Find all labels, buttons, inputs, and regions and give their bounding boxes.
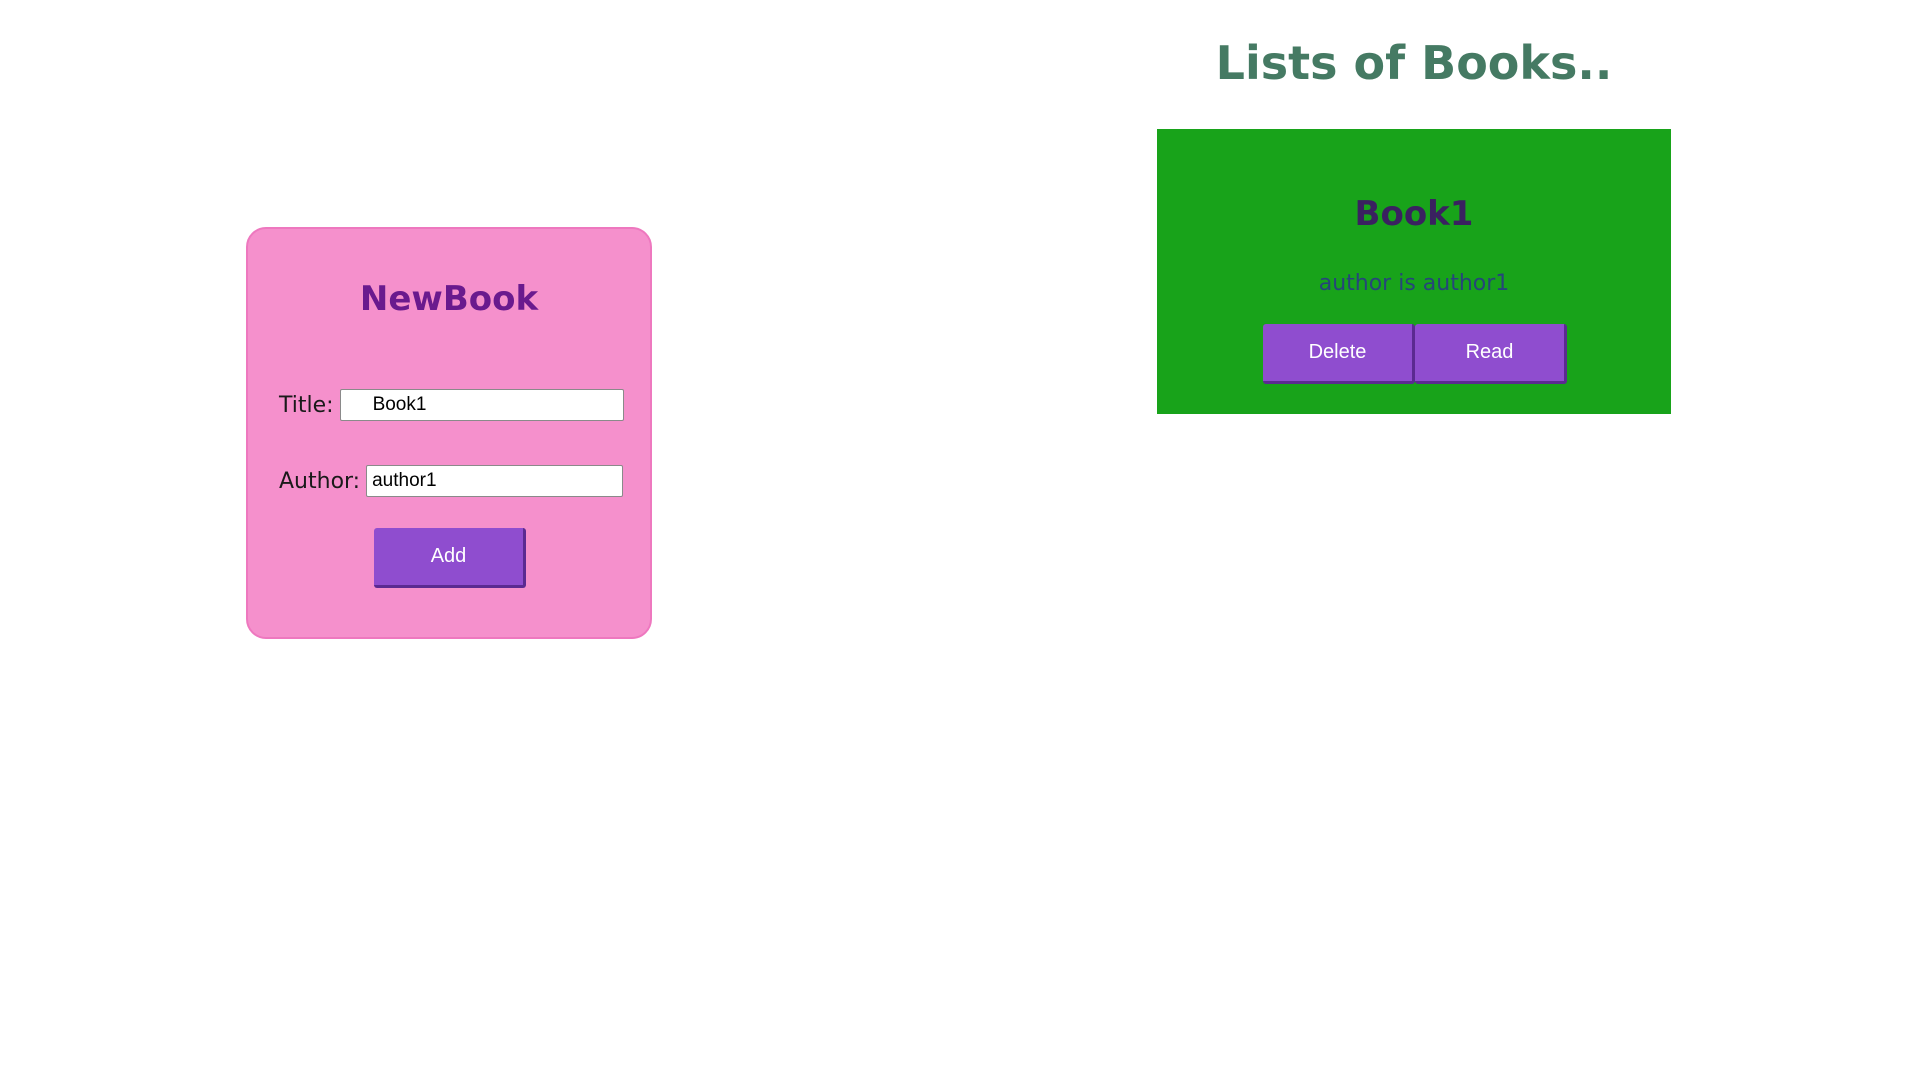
title-label: Title: — [279, 392, 334, 418]
author-input[interactable] — [366, 465, 624, 497]
book-author: author is author1 — [1318, 271, 1510, 296]
title-row: Title: — [279, 389, 624, 421]
book-title: Book1 — [1354, 194, 1474, 234]
add-button[interactable]: Add — [374, 528, 526, 588]
title-input[interactable] — [339, 389, 624, 421]
page: NewBook Title: Author: Add Lists of Book… — [0, 0, 1920, 1080]
read-button[interactable]: Read — [1415, 324, 1567, 384]
book-list-heading: Lists of Books.. — [1215, 36, 1613, 90]
new-book-form: NewBook Title: Author: Add — [246, 227, 652, 639]
form-title: NewBook — [359, 279, 539, 319]
author-row: Author: — [279, 465, 624, 497]
author-label: Author: — [279, 468, 361, 494]
delete-button[interactable]: Delete — [1263, 324, 1415, 384]
book-card: Book1 author is author1 Delete Read — [1157, 129, 1671, 414]
book-actions: Delete Read — [1263, 324, 1567, 384]
